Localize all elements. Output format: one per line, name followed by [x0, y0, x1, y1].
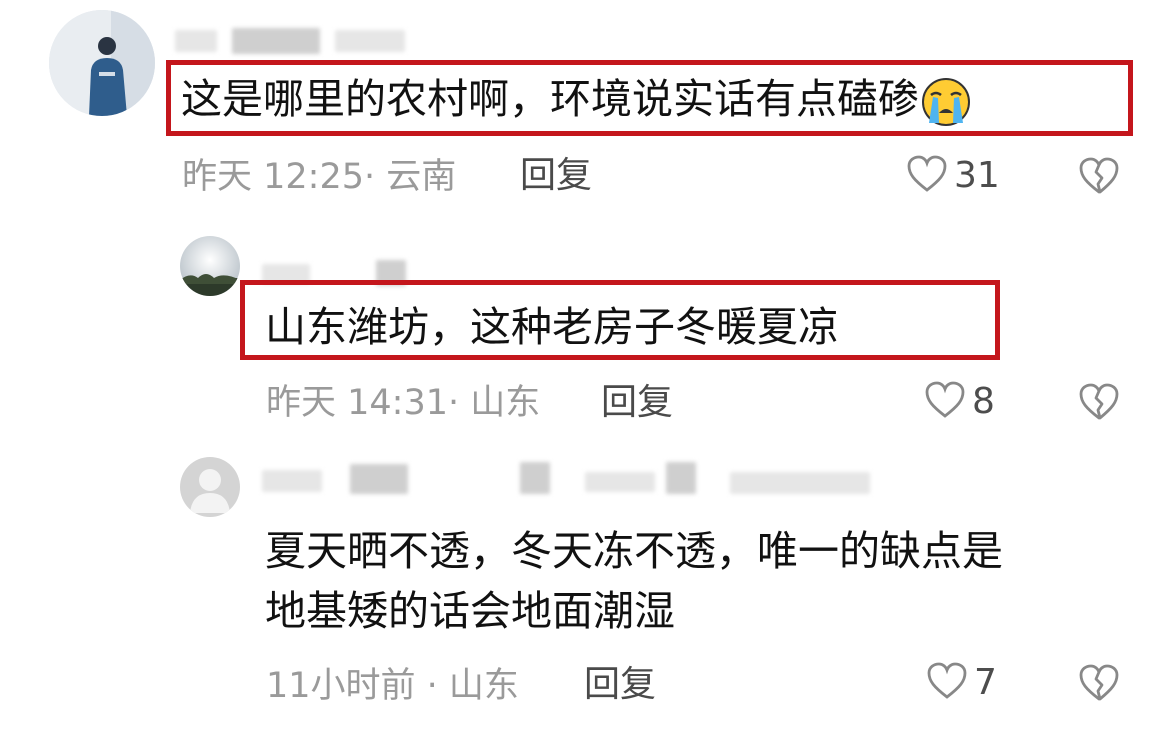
reply-button[interactable]: 回复 [520, 154, 592, 198]
comment-text: 这是哪里的农村啊，环境说实话有点磕碜 [181, 69, 971, 129]
heart-icon [926, 661, 968, 705]
username-redacted [350, 464, 408, 494]
comment-text: 山东潍坊，这种老房子冬暖夏凉 [265, 303, 839, 351]
username-redacted [666, 462, 696, 494]
dislike-button[interactable] [1078, 382, 1120, 426]
broken-heart-icon [1078, 157, 1120, 200]
comment-text-line: 夏天晒不透，冬天冻不透，唯一的缺点是 [265, 527, 1003, 575]
reply-button[interactable]: 回复 [584, 663, 656, 707]
heart-icon [906, 154, 948, 198]
comment-text-line: 地基矮的话会地面潮湿 [265, 587, 675, 635]
broken-heart-icon [1078, 383, 1120, 426]
avatar[interactable] [180, 236, 240, 296]
crying-face-icon [921, 77, 971, 127]
dislike-button[interactable] [1078, 156, 1120, 200]
username-redacted [730, 472, 870, 494]
like-count: 7 [974, 662, 997, 703]
like-count: 8 [972, 381, 995, 422]
heart-icon [924, 380, 966, 424]
comment-meta: 昨天 12:25· 云南 [182, 157, 457, 197]
username-redacted [262, 470, 322, 492]
like-button[interactable]: 8 [924, 380, 995, 424]
username-redacted [520, 462, 550, 494]
username-redacted [232, 28, 320, 54]
comment-meta: 11小时前 · 山东 [266, 666, 519, 706]
avatar[interactable] [180, 457, 240, 517]
avatar[interactable] [49, 10, 155, 116]
username-redacted [335, 30, 405, 52]
like-button[interactable]: 31 [906, 154, 1000, 198]
reply-button[interactable]: 回复 [601, 381, 673, 425]
comment-text-content: 这是哪里的农村啊，环境说实话有点磕碜 [181, 75, 919, 123]
like-count: 31 [954, 155, 1000, 196]
comment-meta: 昨天 14:31· 山东 [266, 383, 541, 423]
username-redacted [175, 30, 217, 52]
broken-heart-icon [1078, 664, 1120, 707]
dislike-button[interactable] [1078, 663, 1120, 707]
username-redacted [585, 472, 655, 492]
like-button[interactable]: 7 [926, 661, 997, 705]
